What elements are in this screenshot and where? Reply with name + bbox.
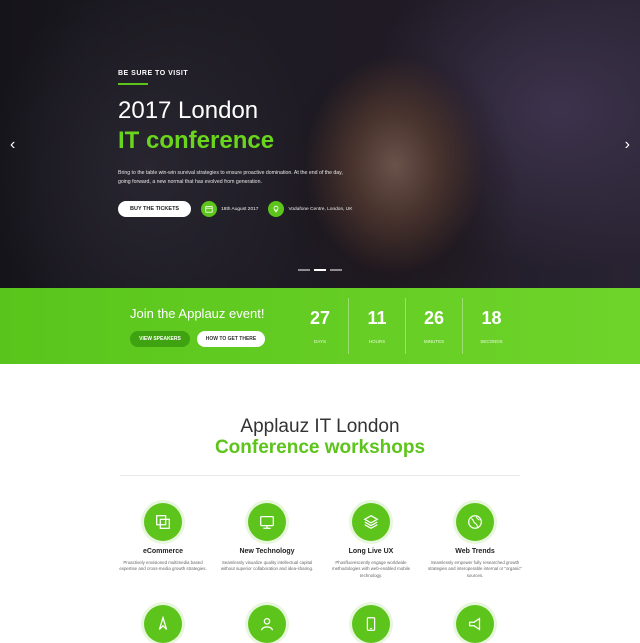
countdown-label: SECONDS — [480, 339, 503, 344]
event-venue-text: Vodafone Centre, London, UK — [288, 206, 353, 212]
feature-item — [215, 605, 319, 643]
event-band-title: Join the Applauz event! — [130, 305, 264, 323]
cursor-icon[interactable] — [144, 605, 182, 643]
feature-new-technology: New Technology Seamlessly visualize qual… — [215, 503, 319, 579]
feature-title: eCommerce — [142, 548, 184, 555]
countdown-value: 27 — [309, 308, 331, 328]
countdown-value: 26 — [423, 308, 445, 328]
countdown-hours: 11 HOURS — [349, 298, 406, 354]
feature-title: Long Live UX — [348, 548, 394, 555]
feature-title: New Technology — [239, 548, 295, 555]
countdown-seconds: 18 SECONDS — [463, 298, 520, 354]
calendar-icon — [201, 201, 218, 217]
feature-description: Seamlessly visualize quality intellectua… — [220, 560, 314, 572]
hero-title-line2: IT conference — [118, 127, 275, 154]
countdown-value: 11 — [367, 308, 387, 328]
globe-icon[interactable] — [456, 503, 494, 541]
layers-icon[interactable] — [352, 503, 390, 541]
users-icon[interactable] — [248, 605, 286, 643]
squares-icon[interactable] — [144, 503, 182, 541]
slider-dot-active[interactable] — [314, 269, 326, 271]
countdown-timer: 27 DAYS 11 HOURS 26 MINUTES 18 SECONDS — [292, 298, 520, 354]
slider-pagination — [298, 269, 342, 271]
feature-item — [423, 605, 527, 643]
feature-description: Phosfluorescently engage worldwide metho… — [331, 560, 411, 578]
event-band-buttons: VIEW SPEAKERS HOW TO GET THERE — [130, 331, 265, 347]
countdown-days: 27 DAYS — [292, 298, 349, 354]
feature-web-trends: Web Trends Seamlessly empower fully rese… — [423, 503, 527, 579]
hero-title-line1: 2017 London — [118, 97, 259, 124]
event-venue: Vodafone Centre, London, UK — [268, 201, 352, 217]
section-divider — [120, 475, 520, 476]
slider-next-arrow-icon[interactable]: › — [625, 136, 630, 154]
event-band-title-text: Join the Applauz event! — [130, 306, 265, 321]
mobile-icon[interactable] — [352, 605, 390, 643]
slider-prev-arrow-icon[interactable]: ‹ — [10, 136, 15, 154]
hero-actions: BUY THE TICKETS 18th August 2017 Vodafon… — [118, 201, 352, 217]
countdown-label: HOURS — [368, 339, 386, 344]
workshop-features-row2 — [111, 605, 527, 643]
countdown-value: 18 — [481, 308, 502, 328]
hero-slider: ‹ › BE SURE TO VISIT 2017 London IT conf… — [0, 0, 640, 288]
monitor-icon[interactable] — [248, 503, 286, 541]
feature-description: Seamlessly empower fully researched grow… — [428, 560, 522, 578]
feature-title: Web Trends — [455, 548, 495, 555]
feature-ecommerce: eCommerce Proactively envisioned multime… — [111, 503, 215, 579]
feature-description: Proactively envisioned multimedia based … — [119, 560, 207, 572]
event-date-text: 18th August 2017 — [221, 206, 259, 212]
feature-long-live-ux: Long Live UX Phosfluorescently engage wo… — [319, 503, 423, 579]
location-icon — [268, 201, 285, 217]
feature-item — [111, 605, 215, 643]
hero-eyebrow: BE SURE TO VISIT — [118, 70, 189, 77]
countdown-minutes: 26 MINUTES — [406, 298, 463, 354]
view-speakers-button[interactable]: VIEW SPEAKERS — [130, 331, 190, 347]
workshops-title-line1: Applauz IT London — [240, 416, 400, 437]
feature-item — [319, 605, 423, 643]
workshop-features-row1: eCommerce Proactively envisioned multime… — [111, 503, 527, 579]
event-date: 18th August 2017 — [201, 201, 258, 217]
slider-dot[interactable] — [298, 269, 310, 271]
how-to-get-there-button[interactable]: HOW TO GET THERE — [197, 331, 265, 347]
eyebrow-divider — [118, 83, 148, 85]
hero-description: Bring to the table win-win survival stra… — [118, 170, 343, 185]
workshops-title-line2: Conference workshops — [214, 437, 426, 458]
megaphone-icon[interactable] — [456, 605, 494, 643]
buy-tickets-button[interactable]: BUY THE TICKETS — [118, 201, 192, 217]
hero-content: BE SURE TO VISIT 2017 London IT conferen… — [118, 70, 352, 217]
countdown-label: DAYS — [314, 339, 326, 344]
countdown-label: MINUTES — [423, 339, 445, 344]
slider-dot[interactable] — [330, 269, 342, 271]
